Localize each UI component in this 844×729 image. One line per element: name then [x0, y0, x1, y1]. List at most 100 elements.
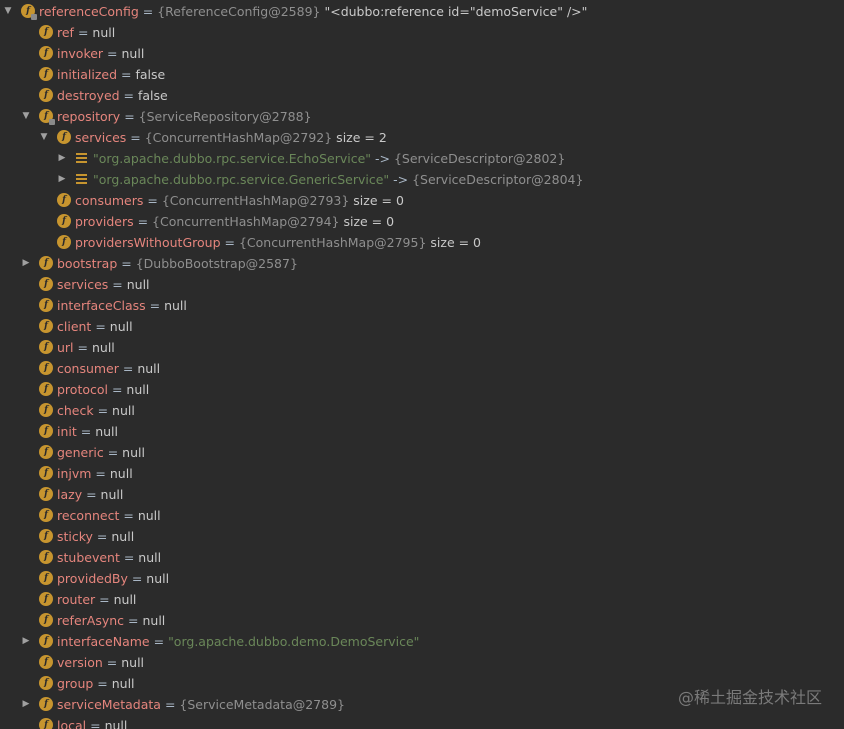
tree-row-referenceConfig[interactable]: ▼ f referenceConfig = {ReferenceConfig@2…	[0, 1, 844, 22]
field-value: null	[109, 319, 133, 334]
field-icon: f	[39, 277, 53, 291]
variables-tree: ▼ f referenceConfig = {ReferenceConfig@2…	[0, 1, 844, 729]
tree-row-version[interactable]: f version = null	[0, 652, 844, 673]
tree-row-protocol[interactable]: f protocol = null	[0, 379, 844, 400]
chevron-right-icon[interactable]: ▶	[20, 631, 32, 652]
field-name: bootstrap	[57, 256, 118, 271]
field-name: stubevent	[57, 550, 120, 565]
tree-row-router[interactable]: f router = null	[0, 589, 844, 610]
field-value: null	[121, 46, 145, 61]
field-icon: f	[39, 466, 53, 480]
chevron-right-icon[interactable]: ▶	[20, 253, 32, 274]
field-value: null	[121, 655, 145, 670]
field-name: consumer	[57, 361, 119, 376]
chevron-right-icon[interactable]: ▶	[56, 148, 68, 169]
field-value: null	[95, 424, 118, 439]
tree-row-map-entry-generic[interactable]: ▶ "org.apache.dubbo.rpc.service.GenericS…	[0, 169, 844, 190]
watermark: @稀土掘金技术社区	[677, 688, 822, 707]
tree-row-consumers[interactable]: f consumers = {ConcurrentHashMap@2793} s…	[0, 190, 844, 211]
tree-row-consumer[interactable]: f consumer = null	[0, 358, 844, 379]
field-name: sticky	[57, 529, 93, 544]
tree-row-destroyed[interactable]: f destroyed = false	[0, 85, 844, 106]
chevron-right-icon[interactable]: ▶	[56, 169, 68, 190]
field-icon: f	[39, 508, 53, 522]
tree-row-repository[interactable]: ▼ f repository = {ServiceRepository@2788…	[0, 106, 844, 127]
tree-row-providers[interactable]: f providers = {ConcurrentHashMap@2794} s…	[0, 211, 844, 232]
tree-row-check[interactable]: f check = null	[0, 400, 844, 421]
field-name: client	[57, 319, 92, 334]
tree-row-stubevent[interactable]: f stubevent = null	[0, 547, 844, 568]
tree-row-referAsync[interactable]: f referAsync = null	[0, 610, 844, 631]
tree-row-lazy[interactable]: f lazy = null	[0, 484, 844, 505]
field-icon: f	[39, 403, 53, 417]
tree-row-map-entry-echo[interactable]: ▶ "org.apache.dubbo.rpc.service.EchoServ…	[0, 148, 844, 169]
field-icon: f	[39, 529, 53, 543]
map-entry-icon	[76, 153, 87, 164]
tree-row-services-map[interactable]: ▼ f services = {ConcurrentHashMap@2792} …	[0, 127, 844, 148]
chevron-down-icon[interactable]: ▼	[20, 106, 32, 127]
tree-row-providedBy[interactable]: f providedBy = null	[0, 568, 844, 589]
tree-row-url[interactable]: f url = null	[0, 337, 844, 358]
field-name: serviceMetadata	[57, 697, 161, 712]
field-value: null	[92, 25, 116, 40]
tree-row-injvm[interactable]: f injvm = null	[0, 463, 844, 484]
field-name: injvm	[57, 466, 92, 481]
tree-row-bootstrap[interactable]: ▶ f bootstrap = {DubboBootstrap@2587}	[0, 253, 844, 274]
tree-row-client[interactable]: f client = null	[0, 316, 844, 337]
tree-row-ref[interactable]: f ref = null	[0, 22, 844, 43]
tree-row-interfaceName[interactable]: ▶ f interfaceName = "org.apache.dubbo.de…	[0, 631, 844, 652]
field-value: null	[111, 676, 135, 691]
field-name: providers	[75, 214, 134, 229]
tree-row-invoker[interactable]: f invoker = null	[0, 43, 844, 64]
chevron-right-icon[interactable]: ▶	[20, 694, 32, 715]
field-icon: f	[39, 697, 53, 711]
string-value: "org.apache.dubbo.demo.DemoService"	[168, 634, 420, 649]
tree-row-initialized[interactable]: f initialized = false	[0, 64, 844, 85]
map-entry-icon	[76, 174, 87, 185]
field-icon: f	[39, 319, 53, 333]
field-icon: f	[39, 361, 53, 375]
field-name: initialized	[57, 67, 118, 82]
tree-row-interfaceClass[interactable]: f interfaceClass = null	[0, 295, 844, 316]
tree-row-reconnect[interactable]: f reconnect = null	[0, 505, 844, 526]
field-icon: f	[21, 4, 37, 20]
field-icon: f	[39, 655, 53, 669]
field-name: version	[57, 655, 103, 670]
chevron-down-icon[interactable]: ▼	[38, 127, 50, 148]
field-name: interfaceClass	[57, 298, 146, 313]
tree-row-init[interactable]: f init = null	[0, 421, 844, 442]
tree-row-generic[interactable]: f generic = null	[0, 442, 844, 463]
field-icon: f	[57, 130, 71, 144]
tree-row-local[interactable]: f local = null	[0, 715, 844, 729]
chevron-down-icon[interactable]: ▼	[2, 1, 14, 22]
field-icon: f	[39, 382, 53, 396]
field-value: null	[112, 403, 135, 418]
object-reference: {ServiceRepository@2788}	[138, 109, 312, 124]
field-icon: f	[39, 487, 53, 501]
tree-row-providersWithoutGroup[interactable]: f providersWithoutGroup = {ConcurrentHas…	[0, 232, 844, 253]
field-value: null	[122, 445, 145, 460]
object-reference: {ServiceDescriptor@2802}	[393, 151, 566, 166]
field-icon: f	[39, 718, 53, 729]
field-value: null	[137, 361, 161, 376]
field-name: group	[57, 676, 94, 691]
field-name: providedBy	[57, 571, 128, 586]
field-value: null	[91, 340, 115, 355]
field-name: repository	[57, 109, 121, 124]
field-icon: f	[39, 550, 53, 564]
field-name: init	[57, 424, 77, 439]
field-extra: size = 0	[349, 193, 404, 208]
field-name: url	[57, 340, 74, 355]
field-name: providersWithoutGroup	[75, 235, 221, 250]
tree-row-services[interactable]: f services = null	[0, 274, 844, 295]
tree-row-sticky[interactable]: f sticky = null	[0, 526, 844, 547]
field-name: services	[57, 277, 109, 292]
field-extra: size = 0	[426, 235, 482, 250]
object-reference: {ConcurrentHashMap@2794}	[152, 214, 340, 229]
field-icon: f	[39, 46, 53, 60]
field-icon: f	[39, 298, 53, 312]
object-reference: {ConcurrentHashMap@2795}	[238, 235, 427, 250]
object-reference: {DubboBootstrap@2587}	[135, 256, 298, 271]
field-name: referenceConfig	[39, 4, 139, 19]
field-value: null	[142, 613, 166, 628]
